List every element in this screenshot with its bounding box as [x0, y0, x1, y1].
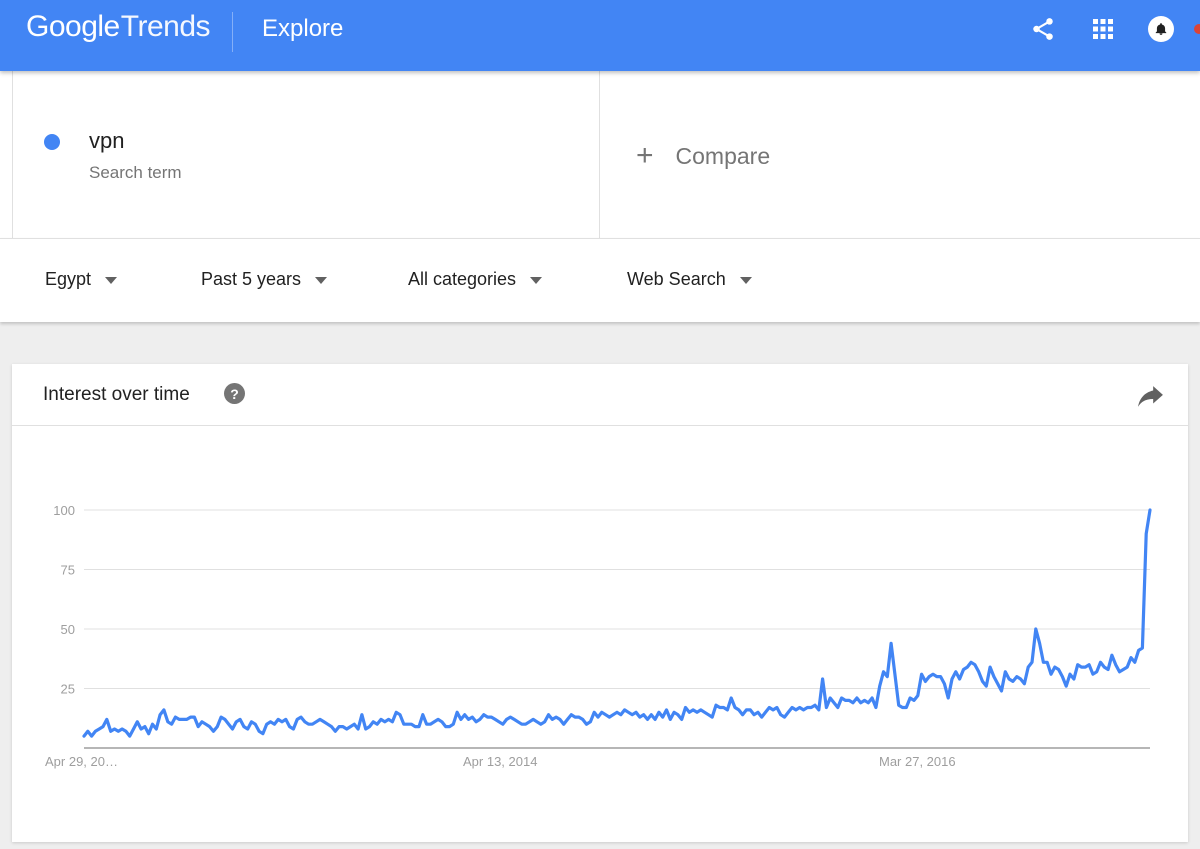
card-header: Interest over time ?: [12, 364, 1188, 426]
time-range-value: Past 5 years: [201, 269, 302, 289]
series-line-vpn[interactable]: [82, 508, 1152, 738]
time-range-dropdown[interactable]: Past 5 years: [201, 269, 328, 290]
chevron-down-icon: [105, 277, 118, 284]
filter-bar: Egypt Past 5 years All categories Web Se…: [0, 238, 1200, 322]
notifications-bell-icon: [1148, 16, 1174, 42]
apps-grid-icon[interactable]: [1088, 14, 1118, 44]
page-section-title: Explore: [262, 15, 344, 42]
compare-label: Compare: [675, 142, 771, 169]
term-name: vpn: [89, 128, 125, 153]
plus-icon: +: [636, 139, 654, 172]
category-value: All categories: [408, 269, 517, 289]
card-title: Interest over time: [43, 384, 190, 405]
help-icon[interactable]: ?: [224, 383, 245, 404]
search-property-value: Web Search: [627, 269, 726, 289]
chevron-down-icon: [315, 277, 328, 284]
share-icon[interactable]: [1028, 14, 1058, 44]
y-tick-label: 50: [61, 622, 75, 637]
x-tick-label: Apr 13, 2014: [463, 754, 537, 769]
y-tick-label: 75: [61, 563, 75, 578]
share-arrow-icon[interactable]: [1138, 386, 1164, 413]
term-color-dot: [44, 134, 60, 150]
y-tick-label: 25: [61, 682, 75, 697]
search-property-dropdown[interactable]: Web Search: [627, 269, 752, 290]
x-tick-label: Mar 27, 2016: [879, 754, 956, 769]
interest-over-time-card: Interest over time ? 25 50 75 100 Apr 29, 20…: [12, 364, 1188, 842]
notification-badge: [1194, 24, 1200, 34]
notifications-icon[interactable]: [1146, 14, 1176, 44]
top-app-bar: Google Trends Explore: [0, 0, 1200, 71]
logo-trends-text: Trends: [120, 10, 211, 43]
search-terms-panel: vpn Search term + Compare: [0, 71, 1200, 239]
search-term-vpn[interactable]: vpn Search term: [12, 71, 600, 239]
category-dropdown[interactable]: All categories: [408, 269, 543, 290]
x-tick-label: Apr 29, 20…: [45, 754, 118, 769]
region-dropdown[interactable]: Egypt: [45, 269, 118, 290]
logo-google-text: Google: [26, 10, 120, 43]
region-value: Egypt: [45, 269, 92, 289]
chevron-down-icon: [739, 277, 752, 284]
header-divider: [232, 12, 233, 52]
compare-button[interactable]: + Compare: [636, 141, 770, 171]
google-trends-logo[interactable]: Google Trends: [26, 10, 211, 50]
interest-line-chart: 25 50 75 100 Apr 29, 20… Apr 13, 2014 Mar 27, …: [45, 503, 1152, 769]
y-tick-label: 100: [53, 503, 75, 518]
chevron-down-icon: [530, 277, 543, 284]
term-type-label: Search term: [89, 163, 182, 182]
